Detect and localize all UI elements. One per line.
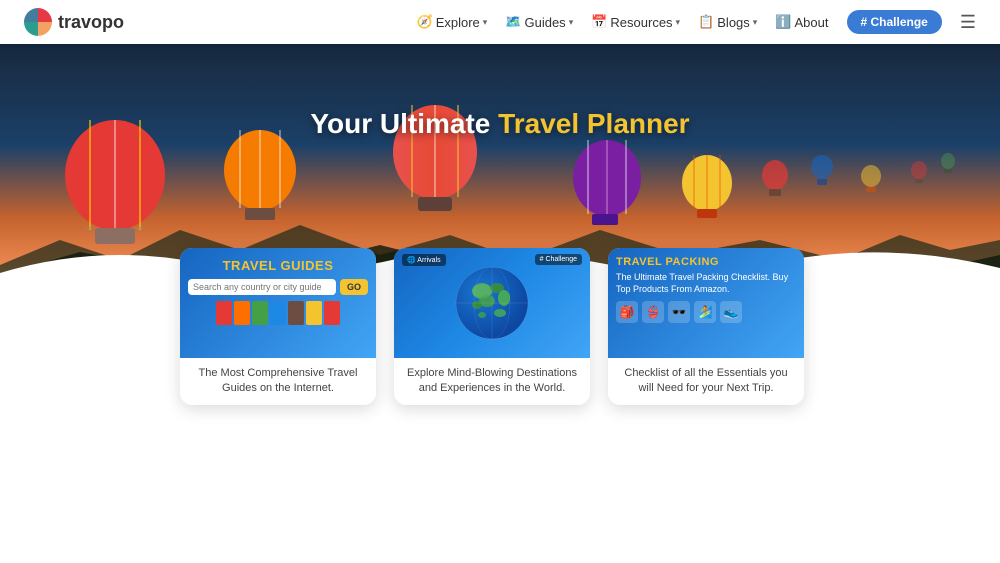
- packing-item-5: 👟: [720, 301, 742, 323]
- globe-svg: [452, 263, 532, 343]
- map-icon: 🗺️: [505, 14, 521, 30]
- book-7: [324, 301, 340, 325]
- nav-blogs[interactable]: 📋 Blogs ▾: [698, 14, 757, 30]
- globe-card[interactable]: 🌐 Arrivals # Challenge Explore Mind-Blow…: [394, 248, 590, 405]
- search-input[interactable]: [188, 279, 336, 295]
- book-5: [288, 301, 304, 325]
- balloon-distant-3: [860, 165, 882, 195]
- resources-icon: 📅: [591, 14, 607, 30]
- packing-description: The Ultimate Travel Packing Checklist. B…: [616, 272, 796, 295]
- packing-caption: Checklist of all the Essentials you will…: [608, 358, 804, 405]
- globe-label-right: # Challenge: [535, 254, 582, 265]
- hero-title: Your Ultimate Travel Planner: [0, 108, 1000, 140]
- packing-items: 🎒 👙 🕶️ 🏄 👟: [616, 301, 796, 323]
- balloon-distant-5: [940, 153, 956, 175]
- packing-card-image: TRAVEL PACKING The Ultimate Travel Packi…: [608, 248, 804, 358]
- packing-item-3: 🕶️: [668, 301, 690, 323]
- hamburger-icon[interactable]: ☰: [960, 12, 976, 33]
- globe-caption: Explore Mind-Blowing Destinations and Ex…: [394, 358, 590, 405]
- book-2: [234, 301, 250, 325]
- blog-icon: 📋: [698, 14, 714, 30]
- travel-guides-card-image: TRAVEL GUIDES GO: [180, 248, 376, 358]
- book-4: [270, 301, 286, 325]
- challenge-button[interactable]: # Challenge: [847, 10, 942, 34]
- nav-guides[interactable]: 🗺️ Guides ▾: [505, 14, 573, 30]
- book-3: [252, 301, 268, 325]
- chevron-down-icon: ▾: [676, 17, 681, 28]
- packing-title: TRAVEL PACKING: [616, 256, 796, 268]
- books-display: [216, 301, 340, 325]
- logo-icon: [24, 8, 52, 36]
- balloon-center-left: [220, 130, 300, 230]
- balloon-distant-2: [810, 155, 835, 190]
- travel-guides-title: TRAVEL GUIDES: [223, 258, 334, 273]
- travel-guides-caption: The Most Comprehensive Travel Guides on …: [180, 358, 376, 405]
- nav-resources[interactable]: 📅 Resources ▾: [591, 14, 680, 30]
- travel-guides-card[interactable]: TRAVEL GUIDES GO The Most Comprehensive …: [180, 248, 376, 405]
- book-1: [216, 301, 232, 325]
- balloon-right: [570, 140, 645, 235]
- chevron-down-icon: ▾: [753, 17, 758, 28]
- compass-icon: 🧭: [417, 14, 433, 30]
- search-bar[interactable]: GO: [188, 279, 368, 295]
- navbar: travopo 🧭 Explore ▾ 🗺️ Guides ▾ 📅 Resour…: [0, 0, 1000, 44]
- chevron-down-icon: ▾: [569, 17, 574, 28]
- chevron-down-icon: ▾: [483, 17, 488, 28]
- balloon-distant-4: [910, 161, 928, 185]
- logo[interactable]: travopo: [24, 8, 124, 36]
- feature-cards: TRAVEL GUIDES GO The Most Comprehensive …: [180, 248, 820, 405]
- book-6: [306, 301, 322, 325]
- packing-item-1: 🎒: [616, 301, 638, 323]
- nav-links: 🧭 Explore ▾ 🗺️ Guides ▾ 📅 Resources ▾ 📋 …: [417, 10, 977, 34]
- globe-card-image: 🌐 Arrivals # Challenge: [394, 248, 590, 358]
- packing-card[interactable]: TRAVEL PACKING The Ultimate Travel Packi…: [608, 248, 804, 405]
- balloon-distant-1: [760, 160, 790, 200]
- globe-label-left: 🌐 Arrivals: [402, 254, 446, 266]
- packing-item-2: 👙: [642, 301, 664, 323]
- nav-about[interactable]: ℹ️ About: [775, 14, 828, 30]
- info-icon: ℹ️: [775, 14, 791, 30]
- packing-item-4: 🏄: [694, 301, 716, 323]
- nav-explore[interactable]: 🧭 Explore ▾: [417, 14, 488, 30]
- balloon-far-right: [680, 155, 735, 225]
- go-button[interactable]: GO: [340, 279, 368, 295]
- logo-text: travopo: [58, 12, 124, 33]
